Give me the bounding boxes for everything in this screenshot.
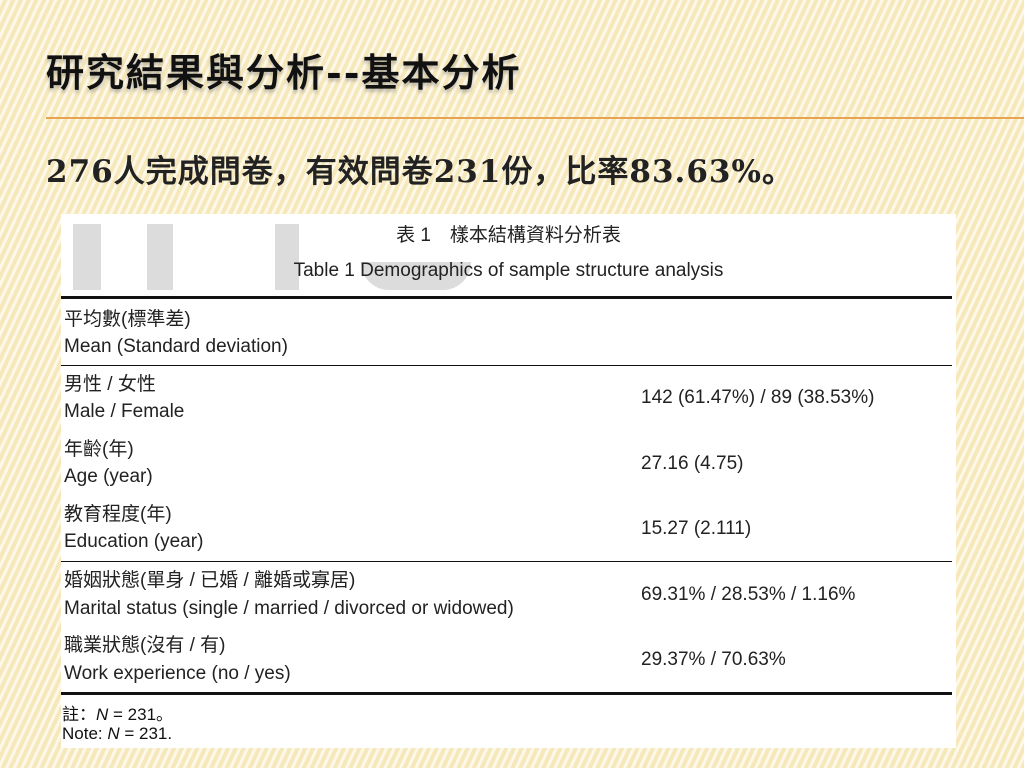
- table-note-zh: 註：N = 231。: [62, 705, 174, 724]
- slide-subtitle: 276人完成問卷，有效問卷231份，比率83.63%。: [46, 154, 794, 190]
- row-label-zh: 年齡(年): [64, 439, 134, 460]
- table-caption-en: Table 1 Demographics of sample structure…: [293, 260, 724, 281]
- title-divider: [46, 117, 1024, 119]
- table-header-zh: 平均數(標準差): [64, 309, 191, 330]
- table-top-rule: [61, 296, 952, 299]
- row-label-zh: 教育程度(年): [64, 504, 172, 525]
- row-value: 69.31% / 28.53% / 1.16%: [641, 584, 856, 605]
- demographics-table: 表 1 樣本結構資料分析表 Table 1 Demographics of sa…: [61, 214, 956, 748]
- row-value: 15.27 (2.111): [641, 518, 752, 539]
- slide-title: 研究結果與分析--基本分析: [46, 50, 522, 95]
- row-label-en: Work experience (no / yes): [64, 663, 291, 684]
- row-value: 142 (61.47%) / 89 (38.53%): [641, 387, 875, 408]
- table-section-rule: [61, 561, 952, 562]
- row-label-zh: 職業狀態(沒有 / 有): [64, 635, 226, 656]
- table-bottom-rule: [61, 692, 952, 695]
- table-header-en: Mean (Standard deviation): [64, 336, 288, 357]
- row-label-en: Male / Female: [64, 401, 185, 422]
- row-label-en: Age (year): [64, 466, 153, 487]
- row-label-zh: 男性 / 女性: [64, 374, 156, 395]
- table-header-rule: [61, 365, 952, 366]
- table-note-en: Note: N = 231.: [62, 724, 173, 743]
- row-value: 29.37% / 70.63%: [641, 649, 786, 670]
- row-label-zh: 婚姻狀態(單身 / 已婚 / 離婚或寡居): [64, 570, 356, 591]
- table-caption-zh: 表 1 樣本結構資料分析表: [396, 225, 621, 246]
- row-value: 27.16 (4.75): [641, 453, 744, 474]
- row-label-en: Marital status (single / married / divor…: [64, 598, 514, 619]
- row-label-en: Education (year): [64, 531, 204, 552]
